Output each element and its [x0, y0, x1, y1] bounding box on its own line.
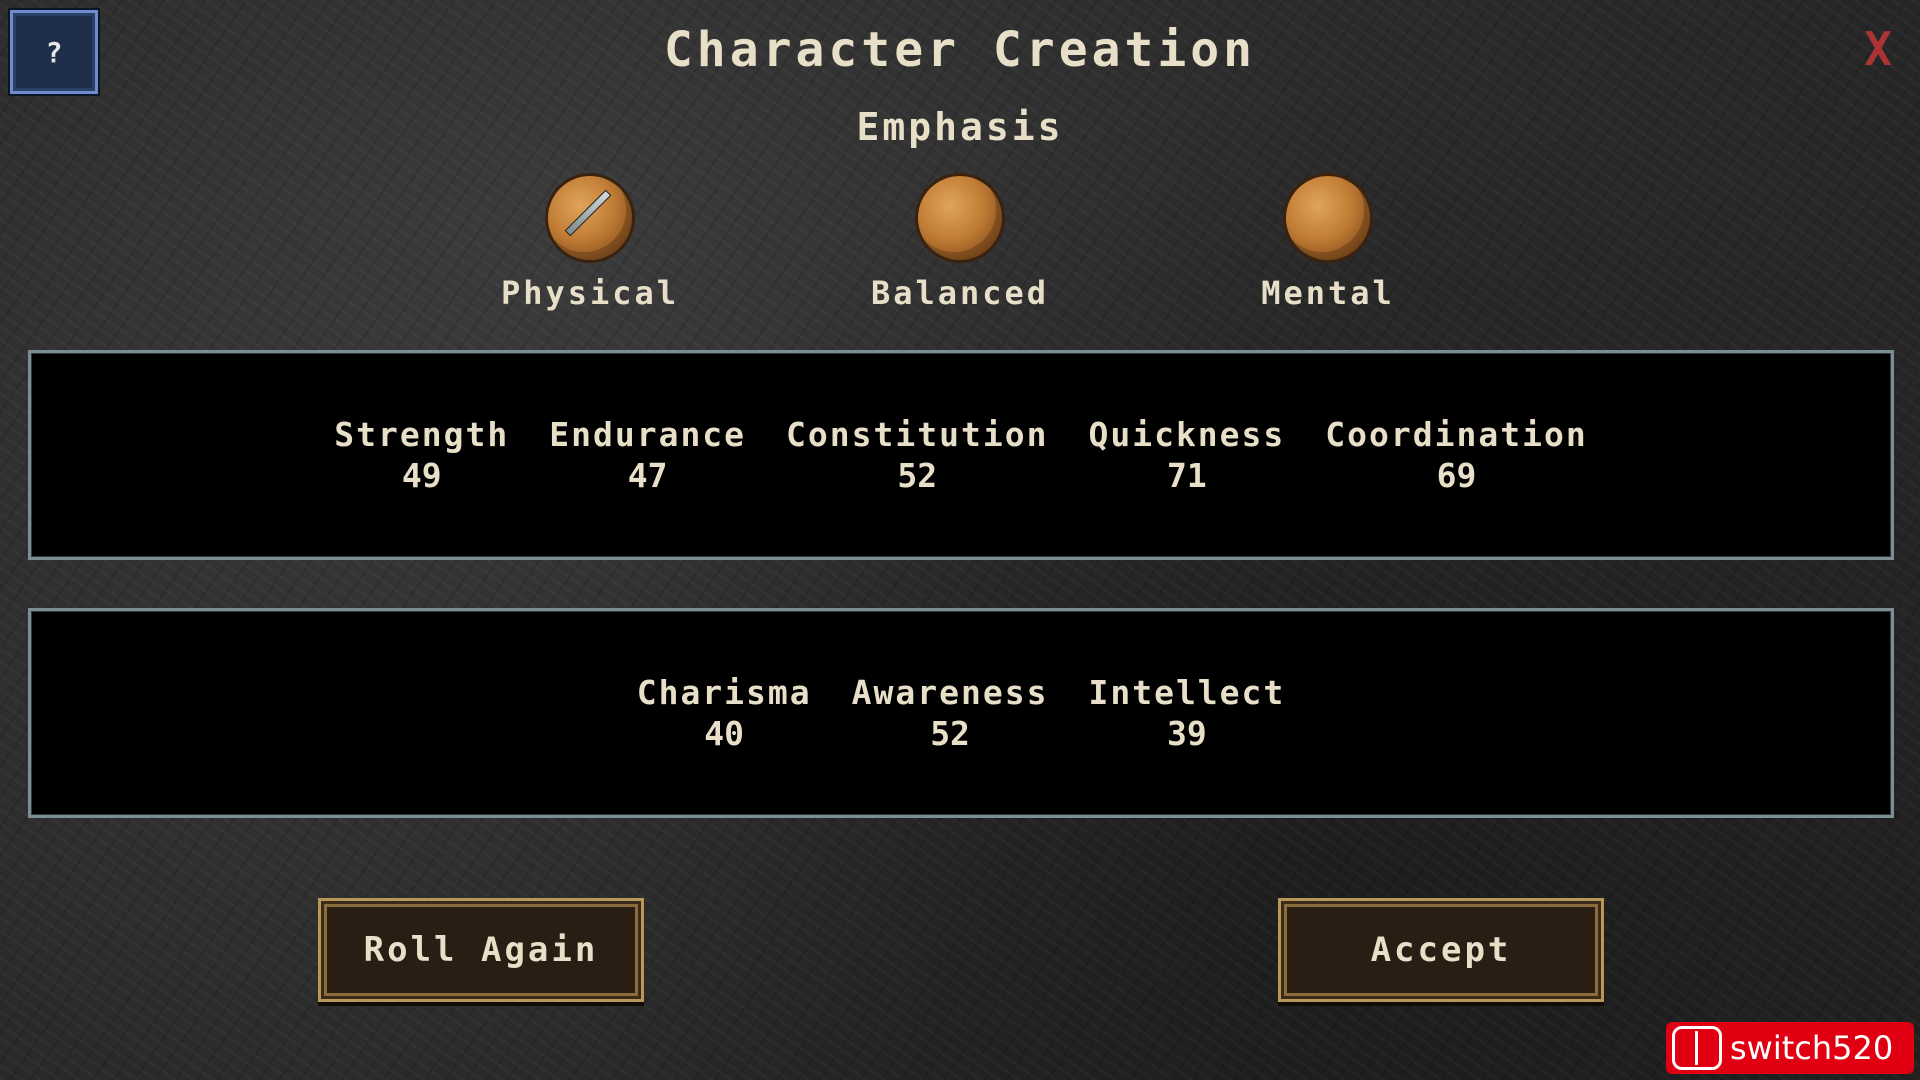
stat-value: 52	[897, 456, 938, 495]
stat-coordination: Coordination 69	[1325, 415, 1587, 495]
mental-stats-panel: Charisma 40 Awareness 52 Intellect 39	[28, 608, 1894, 818]
emphasis-option-physical[interactable]: Physical	[470, 176, 710, 312]
stat-name: Charisma	[636, 673, 812, 712]
orb-sword-icon	[548, 176, 632, 260]
watermark: switch520	[1666, 1022, 1914, 1074]
stat-endurance: Endurance 47	[549, 415, 746, 495]
stat-value: 40	[704, 714, 745, 753]
emphasis-label-physical: Physical	[500, 274, 680, 312]
watermark-text: switch520	[1730, 1029, 1894, 1067]
page-title: Character Creation	[663, 22, 1257, 78]
accept-button[interactable]: Accept	[1278, 898, 1604, 1002]
stat-name: Constitution	[786, 415, 1049, 454]
stat-value: 71	[1167, 456, 1207, 495]
emphasis-option-balanced[interactable]: Balanced	[840, 176, 1080, 312]
stat-name: Strength	[334, 415, 510, 454]
stat-value: 47	[627, 456, 668, 495]
emphasis-label-balanced: Balanced	[870, 274, 1050, 312]
stat-awareness: Awareness 52	[852, 673, 1049, 753]
stat-name: Awareness	[851, 673, 1049, 712]
roll-again-button[interactable]: Roll Again	[318, 898, 644, 1002]
switch-logo-icon	[1672, 1026, 1722, 1070]
stat-charisma: Charisma 40	[637, 673, 812, 753]
physical-stats-panel: Strength 49 Endurance 47 Constitution 52…	[28, 350, 1894, 560]
stat-constitution: Constitution 52	[786, 415, 1048, 495]
sword-icon	[564, 189, 612, 237]
emphasis-heading: Emphasis	[856, 105, 1064, 149]
emphasis-label-mental: Mental	[1261, 274, 1395, 312]
stat-name: Coordination	[1325, 415, 1588, 454]
orb-icon	[918, 176, 1002, 260]
stat-quickness: Quickness 71	[1088, 415, 1285, 495]
stat-intellect: Intellect 39	[1088, 673, 1285, 753]
stat-name: Quickness	[1088, 415, 1286, 454]
stat-name: Intellect	[1088, 673, 1286, 712]
emphasis-option-mental[interactable]: Mental	[1208, 176, 1448, 312]
orb-icon	[1286, 176, 1370, 260]
stat-value: 52	[930, 714, 970, 753]
stat-value: 39	[1167, 714, 1207, 753]
stat-value: 69	[1436, 456, 1477, 495]
stat-strength: Strength 49	[334, 415, 509, 495]
stat-name: Endurance	[549, 415, 747, 454]
stat-value: 49	[401, 456, 442, 495]
